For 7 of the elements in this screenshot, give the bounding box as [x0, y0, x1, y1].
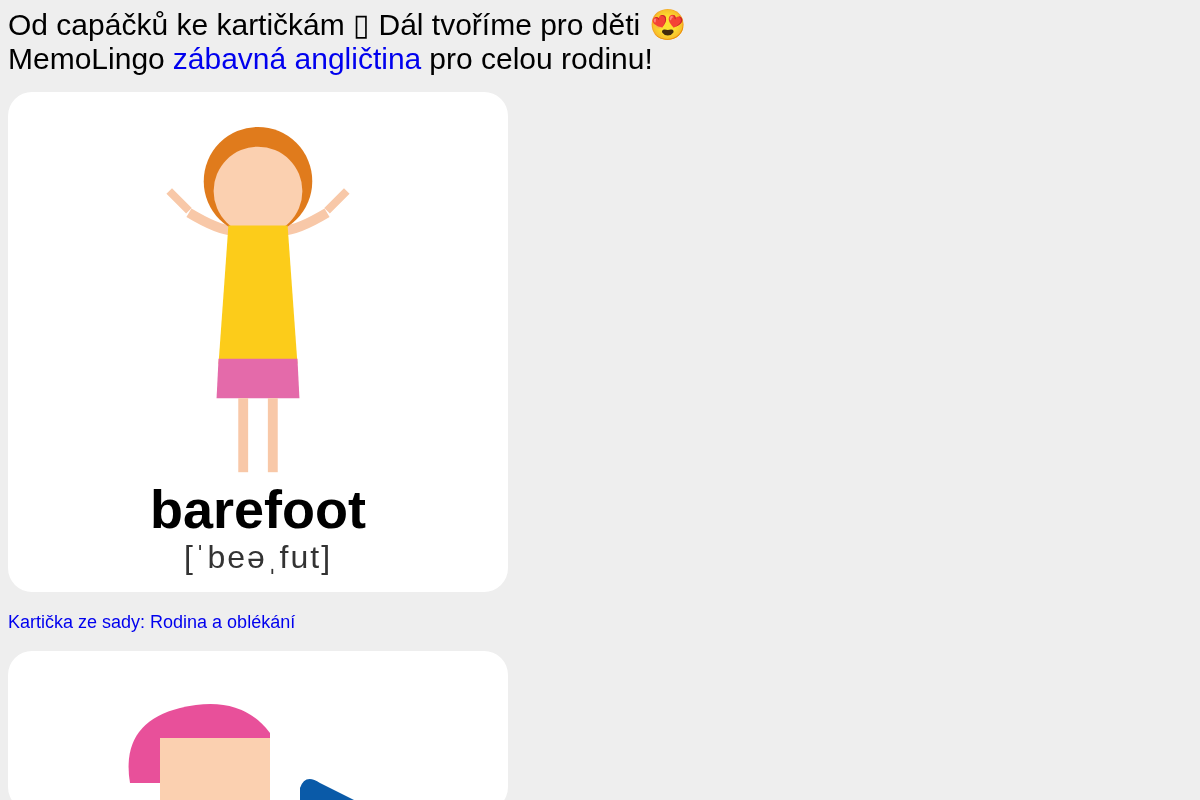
card-phonetic: [ˈbeəˌfut]	[183, 538, 333, 577]
card-set-link[interactable]: Kartička ze sady: Rodina a oblékání	[8, 612, 1192, 633]
heading-link[interactable]: zábavná angličtina	[172, 42, 422, 76]
card-word: barefoot	[150, 481, 366, 537]
heading-text: pro celou rodinu!	[429, 42, 653, 76]
heading-text: MemoLingo	[8, 42, 165, 76]
heading-line: Od capáčků ke kartičkám ▯ Dál tvoříme pro děti 😍	[8, 8, 687, 42]
